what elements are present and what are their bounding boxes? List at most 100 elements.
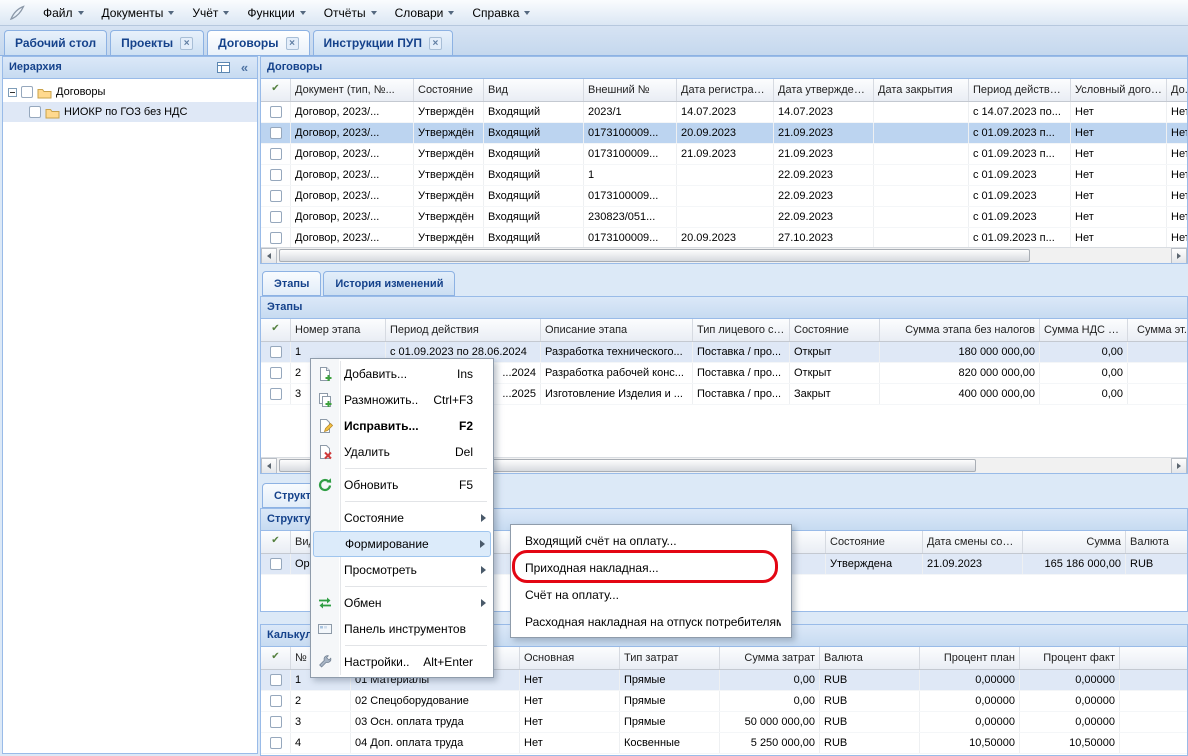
column-header[interactable]: Условный договор [1071,79,1167,101]
menu-item[interactable]: УдалитьDel [313,439,491,465]
menu-item[interactable]: Настройки...Alt+Enter [313,649,491,675]
column-header[interactable]: Сумма затрат [720,647,820,669]
tree-expander-icon[interactable] [8,88,17,97]
row-checkbox[interactable] [270,148,282,160]
column-header[interactable]: Документ (тип, №... [291,79,414,101]
node-checkbox[interactable] [21,86,33,98]
menu-item[interactable]: Обмен [313,590,491,616]
menu-item[interactable]: Добавить...Ins [313,361,491,387]
column-header[interactable]: Валюта [820,647,920,669]
menu-item[interactable]: Счёт на оплату... [513,581,789,608]
column-header[interactable]: Сумма [1023,531,1126,553]
menubar-item[interactable]: Справка [463,2,539,24]
table-row[interactable]: Договор, 2023/...УтверждёнВходящий017310… [261,228,1187,247]
menu-item[interactable]: Просмотреть [313,557,491,583]
table-row[interactable]: 404 Доп. оплата трудаНетКосвенные5 250 0… [261,733,1187,754]
column-header[interactable]: Номер этапа [291,319,386,341]
row-checkbox[interactable] [270,211,282,223]
select-all-checkbox[interactable]: ✔ [261,319,291,341]
row-checkbox[interactable] [270,106,282,118]
column-header[interactable]: Дата закрытия [874,79,969,101]
menu-item[interactable]: Приходная накладная... [513,554,789,581]
menu-item[interactable]: Входящий счёт на оплату... [513,527,789,554]
row-checkbox[interactable] [270,695,282,707]
column-header[interactable]: Процент факт [1020,647,1120,669]
scroll-thumb[interactable] [279,249,1030,262]
row-checkbox[interactable] [270,127,282,139]
column-header[interactable]: Процент план [920,647,1020,669]
scroll-right-icon[interactable] [1171,458,1187,474]
row-checkbox[interactable] [270,232,282,244]
column-header[interactable]: Сумма эт... [1128,319,1187,341]
column-header[interactable]: Вид [484,79,584,101]
menu-item[interactable]: Размножить...Ctrl+F3 [313,387,491,413]
table-row[interactable]: 202 СпецоборудованиеНетПрямые0,00RUB0,00… [261,691,1187,712]
menu-item[interactable]: Состояние [313,505,491,531]
column-header[interactable]: До... [1167,79,1187,101]
select-all-checkbox[interactable]: ✔ [261,531,291,553]
column-header[interactable]: Сумма НДС этапа [1040,319,1128,341]
inner-tab[interactable]: Этапы [262,271,321,296]
menu-item[interactable]: Панель инструментов [313,616,491,642]
menu-item[interactable]: Исправить...F2 [313,413,491,439]
menubar-item[interactable]: Отчёты [315,2,386,24]
menubar-item[interactable]: Учёт [183,2,238,24]
row-checkbox[interactable] [270,716,282,728]
column-header[interactable]: Состояние [826,531,923,553]
row-checkbox[interactable] [270,169,282,181]
layout-icon[interactable] [215,59,232,76]
main-tab[interactable]: Рабочий стол [4,30,107,55]
column-header[interactable]: Дата регистрации [677,79,774,101]
column-header[interactable]: Состояние [414,79,484,101]
column-header[interactable]: Период действия... [969,79,1071,101]
scroll-track[interactable] [277,248,1171,264]
node-checkbox[interactable] [29,106,41,118]
main-tab[interactable]: Проекты× [110,30,204,55]
tree-node[interactable]: Договоры [3,82,257,102]
tree-node[interactable]: НИОКР по ГОЗ без НДС [3,102,257,122]
column-header[interactable]: Основная [520,647,620,669]
column-header[interactable]: Тип затрат [620,647,720,669]
column-header[interactable]: Внешний № [584,79,677,101]
column-header[interactable]: Валюта [1126,531,1187,553]
column-header[interactable]: Период действия [386,319,541,341]
row-checkbox[interactable] [270,388,282,400]
row-checkbox[interactable] [270,737,282,749]
scroll-left-icon[interactable] [261,458,277,474]
main-tab[interactable]: Инструкции ПУП× [313,30,453,55]
scroll-left-icon[interactable] [261,248,277,264]
select-all-checkbox[interactable]: ✔ [261,79,291,101]
table-row[interactable]: Договор, 2023/...УтверждёнВходящий2023/1… [261,102,1187,123]
menubar-item[interactable]: Документы [93,2,184,24]
row-checkbox[interactable] [270,346,282,358]
inner-tab[interactable]: История изменений [323,271,455,296]
column-header[interactable]: Состояние [790,319,880,341]
contracts-horizontal-scrollbar[interactable] [261,247,1187,263]
column-header[interactable]: Описание этапа [541,319,693,341]
table-row[interactable]: Договор, 2023/...УтверждёнВходящий122.09… [261,165,1187,186]
scroll-right-icon[interactable] [1171,248,1187,264]
table-row[interactable]: Договор, 2023/...УтверждёнВходящий017310… [261,144,1187,165]
row-checkbox[interactable] [270,558,282,570]
table-row[interactable]: 303 Осн. оплата трудаНетПрямые50 000 000… [261,712,1187,733]
table-row[interactable]: Договор, 2023/...УтверждёнВходящий017310… [261,123,1187,144]
row-checkbox[interactable] [270,367,282,379]
table-row[interactable]: Договор, 2023/...УтверждёнВходящий017310… [261,186,1187,207]
menubar-item[interactable]: Файл [34,2,93,24]
row-checkbox[interactable] [270,674,282,686]
select-all-checkbox[interactable]: ✔ [261,647,291,669]
tab-close-icon[interactable]: × [286,37,299,50]
collapse-panel-icon[interactable]: « [236,59,253,76]
column-header[interactable]: Сумма этапа без налогов [880,319,1040,341]
menu-item[interactable]: ОбновитьF5 [313,472,491,498]
column-header[interactable]: Тип лицевого счёт [693,319,790,341]
table-row[interactable]: Договор, 2023/...УтверждёнВходящий230823… [261,207,1187,228]
menubar-item[interactable]: Функции [238,2,314,24]
row-checkbox[interactable] [270,190,282,202]
menu-item[interactable]: Формирование [313,531,491,557]
menubar-item[interactable]: Словари [386,2,464,24]
main-tab[interactable]: Договоры× [207,30,309,55]
column-header[interactable]: Дата смены состоя [923,531,1023,553]
column-header[interactable]: Дата утверждения [774,79,874,101]
tab-close-icon[interactable]: × [429,37,442,50]
